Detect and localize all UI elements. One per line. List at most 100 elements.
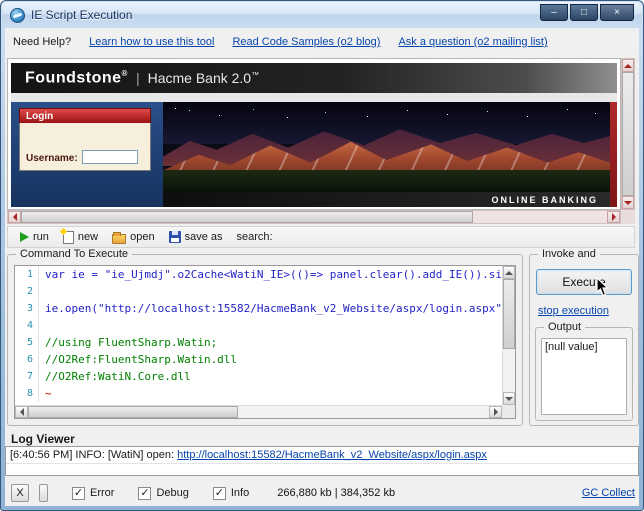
save-as-button[interactable]: save as <box>165 230 227 244</box>
info-checkbox-box[interactable]: ✓ <box>212 486 226 500</box>
username-input[interactable] <box>81 150 138 164</box>
save-icon <box>168 231 181 243</box>
output-value: [null value] <box>545 341 598 353</box>
online-banking-band: ONLINE BANKING <box>163 192 610 207</box>
horizontal-scroll-thumb[interactable] <box>21 211 473 223</box>
scroll-down-button[interactable] <box>622 196 634 209</box>
minimize-button[interactable]: – <box>540 4 568 21</box>
editor-scroll-down-button[interactable] <box>503 392 515 405</box>
scroll-right-button[interactable] <box>607 211 620 223</box>
open-button[interactable]: open <box>108 230 158 245</box>
command-groupbox-title: Command To Execute <box>16 248 133 260</box>
info-checkbox[interactable]: ✓ Info <box>212 486 250 500</box>
banner-top-strip: Foundstone® | Hacme Bank 2.0™ <box>11 63 617 93</box>
maximize-button[interactable]: □ <box>570 4 598 21</box>
code-line: 1 var ie = "ie_Ujmdj".o2Cache<WatiN_IE>(… <box>15 266 502 283</box>
code-line: 8 ~ <box>15 385 502 402</box>
log-entry-text: [6:40:56 PM] INFO: [WatiN] open: <box>10 449 178 461</box>
invoke-groupbox: Invoke and Execute stop execution Output… <box>529 248 639 426</box>
debug-checkbox[interactable]: ✓ Debug <box>138 486 189 500</box>
scroll-left-button[interactable] <box>8 211 21 223</box>
script-toolbar: run new open save as search: <box>7 226 635 248</box>
error-checkbox[interactable]: ✓ Error <box>72 486 115 500</box>
browser-horizontal-scrollbar[interactable] <box>7 210 621 224</box>
new-file-icon <box>62 230 74 244</box>
gc-collect-link[interactable]: GC Collect <box>582 487 635 499</box>
title-bar: IE Script Execution – □ × <box>2 2 642 28</box>
editor-scroll-right-button[interactable] <box>489 406 502 418</box>
photo-red-edge <box>610 102 617 207</box>
editor-hscroll-thumb[interactable] <box>28 406 238 418</box>
memory-usage: 266,880 kb | 384,352 kb <box>277 487 396 499</box>
status-bar: X ✓ Error ✓ Debug ✓ Info 266,880 kb | 38… <box>5 480 641 506</box>
login-box: Login Username: <box>19 108 151 171</box>
window-content: Need Help? Learn how to use this tool Re… <box>5 28 639 506</box>
splitter-grip[interactable] <box>39 484 48 502</box>
close-button[interactable]: × <box>600 4 634 21</box>
editor-scroll-up-button[interactable] <box>503 266 515 279</box>
online-banking-label: ONLINE BANKING <box>491 194 598 205</box>
error-checkbox-box[interactable]: ✓ <box>72 486 85 500</box>
help-link-question[interactable]: Ask a question (o2 mailing list) <box>398 36 547 48</box>
output-groupbox: Output [null value] <box>535 321 633 421</box>
new-button[interactable]: new <box>59 230 102 245</box>
error-checkbox-label: Error <box>90 487 115 499</box>
help-link-learn[interactable]: Learn how to use this tool <box>89 36 214 48</box>
debug-checkbox-box[interactable]: ✓ <box>138 486 152 500</box>
help-link-samples[interactable]: Read Code Samples (o2 blog) <box>232 36 380 48</box>
execute-button[interactable]: Execute <box>536 269 632 295</box>
code-line: 7 //O2Ref:WatiN.Core.dll <box>15 368 502 385</box>
code-line: 3 ie.open("http://localhost:15582/HacmeB… <box>15 300 502 317</box>
forest-strip <box>163 170 610 192</box>
code-area[interactable]: 1 var ie = "ie_Ujmdj".o2Cache<WatiN_IE>(… <box>15 266 502 405</box>
code-editor[interactable]: 1 var ie = "ie_Ujmdj".o2Cache<WatiN_IE>(… <box>14 265 516 419</box>
login-box-title: Login <box>19 108 151 123</box>
command-groupbox: Command To Execute 1 var ie = "ie_Ujmdj"… <box>7 248 523 426</box>
brand-foundstone: Foundstone® <box>25 68 128 87</box>
scroll-up-button[interactable] <box>622 59 634 72</box>
vertical-scroll-thumb[interactable] <box>622 72 634 196</box>
log-entry: [6:40:56 PM] INFO: [WatiN] open: http://… <box>6 447 638 464</box>
brand-separator: | <box>135 70 140 86</box>
code-line: 4 <box>15 317 502 334</box>
stars <box>175 108 176 109</box>
trademark-mark: ™ <box>251 70 260 80</box>
code-line: 6 //O2Ref:FluentSharp.Watin.dll <box>15 351 502 368</box>
output-area: [null value] <box>541 338 627 415</box>
scrollbar-corner <box>621 210 635 224</box>
stop-execution-link[interactable]: stop execution <box>538 305 609 317</box>
log-close-button[interactable]: X <box>11 484 29 502</box>
editor-vertical-scrollbar[interactable] <box>502 266 515 405</box>
search-label: search: <box>236 231 273 243</box>
window-title: IE Script Execution <box>31 8 133 22</box>
app-window: IE Script Execution – □ × Need Help? Lea… <box>0 0 644 511</box>
help-bar: Need Help? Learn how to use this tool Re… <box>13 32 631 52</box>
need-help-label: Need Help? <box>13 36 72 48</box>
login-panel: Login Username: <box>11 102 163 207</box>
open-folder-icon <box>112 231 127 244</box>
log-entry-link[interactable]: http://localhost:15582/HacmeBank_v2_Webs… <box>177 449 487 461</box>
run-icon <box>20 232 29 242</box>
debug-checkbox-label: Debug <box>156 487 189 499</box>
editor-scrollbar-corner <box>502 405 515 418</box>
info-checkbox-label: Info <box>230 487 250 499</box>
mouse-cursor-icon <box>596 277 609 297</box>
mountain-photo: ONLINE BANKING <box>163 102 617 207</box>
browser-viewport: Foundstone® | Hacme Bank 2.0™ Login User… <box>7 58 621 210</box>
browser-vertical-scrollbar[interactable] <box>621 58 635 210</box>
code-line: 5 //using FluentSharp.Watin; <box>15 334 502 351</box>
window-icon <box>10 7 25 23</box>
editor-horizontal-scrollbar[interactable] <box>15 405 502 418</box>
log-viewer-title: Log Viewer <box>11 432 75 446</box>
product-name: Hacme Bank 2.0™ <box>147 70 260 86</box>
editor-vscroll-thumb[interactable] <box>503 279 515 349</box>
log-viewer-list[interactable]: [6:40:56 PM] INFO: [WatiN] open: http://… <box>5 446 639 476</box>
editor-scroll-left-button[interactable] <box>15 406 28 418</box>
invoke-groupbox-title: Invoke and <box>538 248 600 260</box>
banner-light-strip <box>11 93 617 102</box>
registered-mark: ® <box>121 68 128 78</box>
run-button[interactable]: run <box>16 230 53 244</box>
output-groupbox-title: Output <box>544 321 586 333</box>
hacmebank-banner: Foundstone® | Hacme Bank 2.0™ Login User… <box>11 63 617 207</box>
username-label: Username: <box>26 153 78 164</box>
